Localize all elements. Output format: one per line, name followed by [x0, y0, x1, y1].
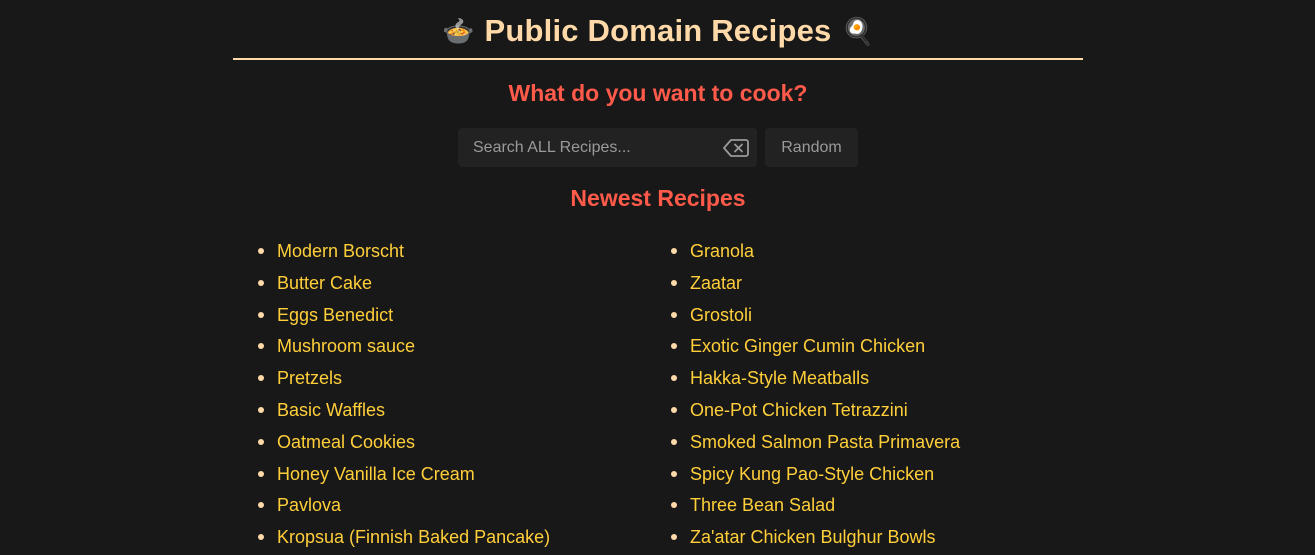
recipe-list-right: Granola Zaatar Grostoli Exotic Ginger Cu…	[670, 235, 1083, 553]
list-item: Hakka-Style Meatballs	[670, 362, 1083, 394]
list-item: Za'atar Chicken Bulghur Bowls	[670, 521, 1083, 553]
recipe-link[interactable]: Za'atar Chicken Bulghur Bowls	[690, 527, 936, 547]
recipe-link[interactable]: Spicy Kung Pao-Style Chicken	[690, 464, 934, 484]
list-item: Basic Waffles	[257, 394, 670, 426]
list-item: Grostoli	[670, 299, 1083, 331]
list-item: Eggs Benedict	[257, 299, 670, 331]
newest-recipes-heading: Newest Recipes	[570, 185, 746, 211]
search-row: Random	[233, 128, 1083, 167]
recipe-link[interactable]: One-Pot Chicken Tetrazzini	[690, 400, 908, 420]
recipe-link[interactable]: Grostoli	[690, 305, 752, 325]
recipe-link[interactable]: Butter Cake	[277, 273, 372, 293]
search-input[interactable]	[458, 128, 757, 167]
list-item: Oatmeal Cookies	[257, 426, 670, 458]
site-title[interactable]: Public Domain Recipes	[484, 13, 831, 49]
list-item: Three Bean Salad	[670, 489, 1083, 521]
recipe-link[interactable]: Hakka-Style Meatballs	[690, 368, 869, 388]
frying-pan-icon: 🍳	[841, 16, 874, 46]
site-header: 🍲 Public Domain Recipes 🍳	[233, 0, 1083, 60]
list-item: Butter Cake	[257, 267, 670, 299]
recipe-link[interactable]: Mushroom sauce	[277, 336, 415, 356]
recipe-link[interactable]: Zaatar	[690, 273, 742, 293]
recipe-link[interactable]: Basic Waffles	[277, 400, 385, 420]
list-item: Smoked Salmon Pasta Primavera	[670, 426, 1083, 458]
random-button[interactable]: Random	[765, 128, 858, 167]
recipe-link[interactable]: Granola	[690, 241, 754, 261]
list-item: Mushroom sauce	[257, 330, 670, 362]
recipe-link[interactable]: Modern Borscht	[277, 241, 404, 261]
recipe-link[interactable]: Pavlova	[277, 495, 341, 515]
list-item: Spicy Kung Pao-Style Chicken	[670, 458, 1083, 490]
recipe-link[interactable]: Three Bean Salad	[690, 495, 835, 515]
recipe-link[interactable]: Smoked Salmon Pasta Primavera	[690, 432, 960, 452]
backspace-icon[interactable]	[723, 138, 749, 158]
list-item: Granola	[670, 235, 1083, 267]
recipe-link[interactable]: Exotic Ginger Cumin Chicken	[690, 336, 925, 356]
list-item: Kropsua (Finnish Baked Pancake)	[257, 521, 670, 553]
list-item: Pavlova	[257, 489, 670, 521]
recipe-link[interactable]: Oatmeal Cookies	[277, 432, 415, 452]
recipe-link[interactable]: Pretzels	[277, 368, 342, 388]
recipe-link[interactable]: Eggs Benedict	[277, 305, 393, 325]
list-item: One-Pot Chicken Tetrazzini	[670, 394, 1083, 426]
search-box	[458, 128, 757, 167]
cook-prompt: What do you want to cook?	[508, 80, 808, 106]
recipe-columns: Modern Borscht Butter Cake Eggs Benedict…	[233, 235, 1083, 553]
recipe-link[interactable]: Kropsua (Finnish Baked Pancake)	[277, 527, 550, 547]
list-item: Pretzels	[257, 362, 670, 394]
page-container: 🍲 Public Domain Recipes 🍳 What do you wa…	[233, 0, 1083, 553]
list-item: Zaatar	[670, 267, 1083, 299]
list-item: Modern Borscht	[257, 235, 670, 267]
list-item: Exotic Ginger Cumin Chicken	[670, 330, 1083, 362]
list-item: Honey Vanilla Ice Cream	[257, 458, 670, 490]
recipe-list-left: Modern Borscht Butter Cake Eggs Benedict…	[257, 235, 670, 553]
recipe-link[interactable]: Honey Vanilla Ice Cream	[277, 464, 475, 484]
soup-bowl-icon: 🍲	[442, 16, 475, 46]
